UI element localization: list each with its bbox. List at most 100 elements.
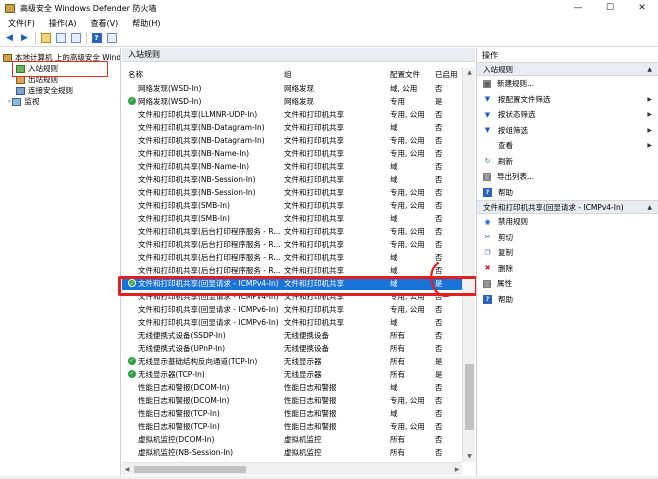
title-bar: 高级安全 Windows Defender 防火墙 — ☐ ✕ [0,0,658,16]
rule-group: 文件和打印机共享 [284,240,344,249]
column-header-group[interactable]: 组 [284,69,292,82]
column-header-enabled[interactable]: 已启用 [435,69,458,82]
action-item[interactable]: ? 帮助 [477,185,658,201]
collapse-arrow-icon[interactable]: ▲ [647,204,652,211]
rule-group: 文件和打印机共享 [284,175,344,184]
table-row[interactable]: 文件和打印机共享(SMB-In) 文件和打印机共享 域 否 [122,212,462,225]
action-item[interactable]: ◉ 禁用规则 [477,214,658,230]
action-item[interactable]: ▼ 按配置文件筛选 ▶ [477,92,658,108]
table-row[interactable]: 无线便携式设备(UPnP-In) 无线便携设备 所有 否 [122,342,462,355]
menu-action[interactable]: 操作(A) [49,18,77,29]
action-label: 查看 [498,141,513,151]
table-row[interactable]: 文件和打印机共享(NB-Name-In) 文件和打印机共享 域 否 [122,160,462,173]
minimize-button[interactable]: — [562,0,594,16]
collapse-arrow-icon[interactable]: ▲ [647,66,652,73]
table-row[interactable]: 性能日志和警报(DCOM-In) 性能日志和警报 专用, 公用 否 [122,394,462,407]
table-row[interactable]: 网络发现(WSD-In) 网络发现 域, 公用 否 [122,82,462,95]
rule-group: 无线显示器 [284,370,322,379]
column-header-name[interactable]: 名称 [128,69,143,82]
monitoring-icon [12,97,22,106]
scroll-right-arrow[interactable]: ▶ [452,463,462,476]
console-tree-icon[interactable] [55,33,66,44]
enabled-check-icon: ✓ [128,370,136,378]
close-button[interactable]: ✕ [626,0,658,16]
menu-file[interactable]: 文件(F) [8,18,35,29]
action-pane-icon[interactable] [106,33,117,44]
column-header-profile[interactable]: 配置文件 [390,69,420,82]
table-row[interactable]: 文件和打印机共享(NB-Datagram-In) 文件和打印机共享 专用, 公用 否 [122,134,462,147]
scroll-left-arrow[interactable]: ◀ [122,463,132,476]
expand-arrow-icon[interactable]: › [8,98,10,105]
table-row[interactable]: ✓ 无线显示器(TCP-In) 无线显示器 所有 是 [122,368,462,381]
scroll-down-arrow[interactable]: ▼ [463,452,476,462]
rules-panel-title: 入站规则 [122,48,475,62]
export-list-icon[interactable] [70,33,81,44]
back-arrow-icon[interactable]: ◀ [4,33,15,44]
rule-name: 性能日志和警报(DCOM-In) [138,383,230,392]
rule-enabled: 否 [435,318,443,327]
action-label: 刷新 [498,156,513,166]
rule-profile: 域 [390,123,398,132]
menu-view[interactable]: 查看(V) [91,18,119,29]
horizontal-scrollbar[interactable]: ◀ ▶ [122,462,462,475]
table-row[interactable]: 文件和打印机共享(后台打印程序服务 - R... 文件和打印机共享域否 [122,251,462,264]
folder-icon[interactable] [40,33,51,44]
rule-enabled: 否 [435,84,443,93]
rule-group: 文件和打印机共享 [284,110,344,119]
action-item[interactable]: ▤ 属性 [477,276,658,292]
table-row[interactable]: 文件和打印机共享(回显请求 - ICMPv6-In) 文件和打印机共享 专用, 公用… [122,303,462,316]
action-item[interactable]: ▼ 按组筛选 ▶ [477,123,658,139]
delete-icon: ✖ [484,264,491,273]
action-item[interactable]: 查看 ▶ [477,138,658,154]
table-row[interactable]: 文件和打印机共享(NB-Datagram-In) 文件和打印机共享 域 否 [122,121,462,134]
horizontal-scroll-thumb[interactable] [134,466,246,473]
action-item[interactable]: ↻ 刷新 [477,154,658,170]
action-label: 剪切 [498,232,513,242]
rule-name: 文件和打印机共享(后台打印程序服务 - R... [138,227,280,236]
table-row[interactable]: 文件和打印机共享(SMB-In) 文件和打印机共享 专用, 公用 否 [122,199,462,212]
help-icon: ? [483,187,492,197]
vertical-scroll-thumb[interactable] [465,364,474,430]
tree-item-monitoring[interactable]: › 监视 [8,96,39,107]
rule-group: 性能日志和警报 [284,396,337,405]
rule-enabled: 否 [435,110,443,119]
tree-item-connection-security[interactable]: 连接安全规则 [16,85,73,96]
maximize-button[interactable]: ☐ [594,0,626,16]
forward-arrow-icon[interactable]: ▶ [19,33,30,44]
actions-section-inbound[interactable]: 入站规则 ▲ [477,62,658,76]
actions-section-rule[interactable]: 文件和打印机共享(回显请求 - ICMPv4-In) ▲ [477,200,658,214]
table-row[interactable]: 文件和打印机共享(后台打印程序服务 - R... 文件和打印机共享 专用, 公用 否 [122,238,462,251]
table-row[interactable]: 性能日志和警报(TCP-In) 性能日志和警报 专用, 公用 否 [122,420,462,433]
scroll-up-arrow[interactable]: ▲ [463,68,476,78]
table-row[interactable]: 文件和打印机共享(NB-Name-In) 文件和打印机共享 专用, 公用 否 [122,147,462,160]
action-item[interactable]: ? 帮助 [477,292,658,308]
table-row[interactable]: 性能日志和警报(TCP-In) 性能日志和警报 域 否 [122,407,462,420]
rule-name: 网络发现(WSD-In) [138,97,202,106]
help-icon[interactable]: ? [91,33,102,44]
action-item[interactable]: ❐ 复制 [477,245,658,261]
table-row[interactable]: 无线便携式设备(SSDP-In) 无线便携设备 所有 否 [122,329,462,342]
rule-group: 文件和打印机共享 [284,162,344,171]
actions-list-rule: ◉ 禁用规则 ✂ 剪切 ❐ 复制 ✖ 删除 ▤ 属性? 帮助 [477,214,658,307]
menu-help[interactable]: 帮助(H) [132,18,160,29]
table-row[interactable]: 文件和打印机共享(NB-Session-In) 文件和打印机共享 专用, 公用 否 [122,186,462,199]
table-row[interactable]: ✓ 网络发现(WSD-In) 网络发现 专用 是 [122,95,462,108]
table-row[interactable]: ✓ 无线显示基础结构反向通道(TCP-In) 无线显示器 所有 是 [122,355,462,368]
toolbar-separator [86,32,87,44]
action-item[interactable]: ▼ 按状态筛选 ▶ [477,107,658,123]
connection-security-icon [16,86,25,95]
action-item[interactable]: ▦ 新建规则... [477,76,658,92]
action-item[interactable]: ▤ 导出列表... [477,169,658,185]
action-item[interactable]: ✖ 删除 [477,261,658,277]
table-row[interactable]: 性能日志和警报(DCOM-In) 性能日志和警报 域 否 [122,381,462,394]
filter-icon: ▼ [484,110,491,119]
action-item[interactable]: ✂ 剪切 [477,230,658,246]
table-row[interactable]: 虚拟机监控(NB-Session-In) 虚拟机监控 所有 否 [122,446,462,459]
table-row[interactable]: 文件和打印机共享(后台打印程序服务 - R... 文件和打印机共享 专用, 公用 否 [122,225,462,238]
table-row[interactable]: 虚拟机监控(DCOM-In) 虚拟机监控 所有 否 [122,433,462,446]
table-row[interactable]: 文件和打印机共享(NB-Session-In) 文件和打印机共享 域 否 [122,173,462,186]
table-row[interactable]: 文件和打印机共享(回显请求 - ICMPv6-In) 文件和打印机共享 域 否 [122,316,462,329]
vertical-scrollbar[interactable]: ▲ ▼ [462,68,475,462]
table-row[interactable]: 文件和打印机共享(LLMNR-UDP-In) 文件和打印机共享 专用, 公用 否 [122,108,462,121]
rule-name: 性能日志和警报(TCP-In) [138,409,220,418]
